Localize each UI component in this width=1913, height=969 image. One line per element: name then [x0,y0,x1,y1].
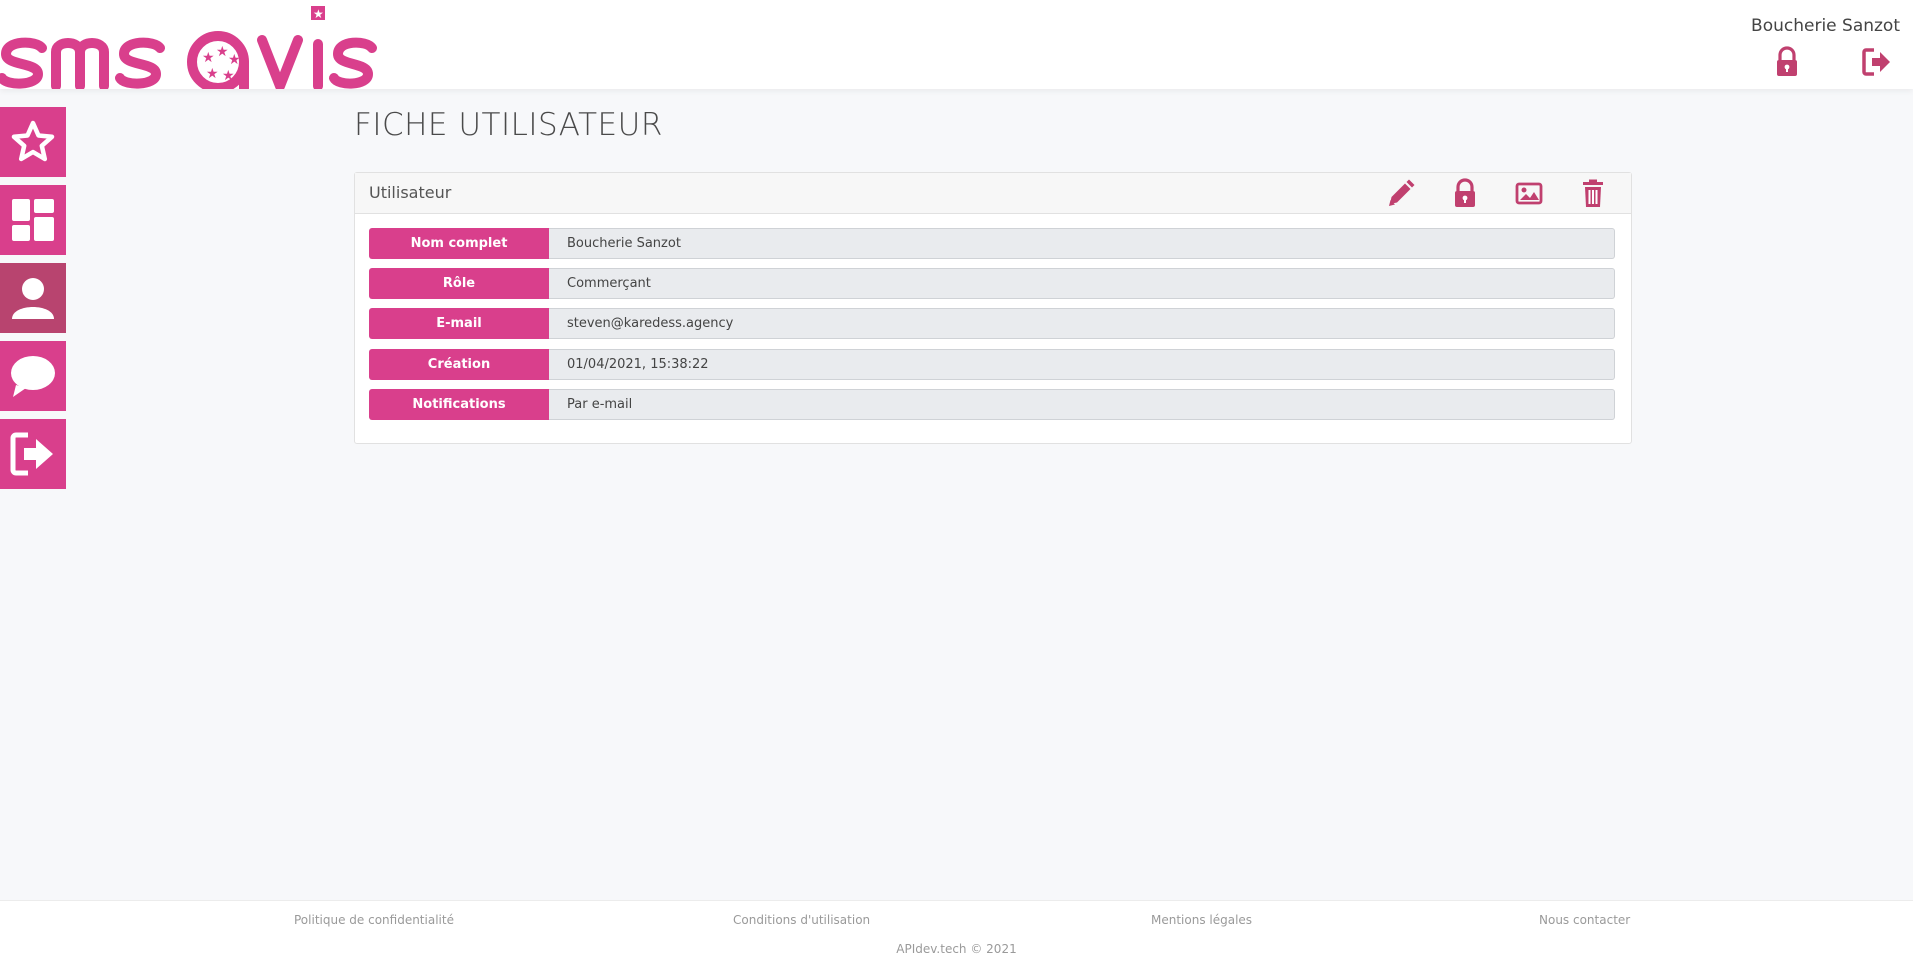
edit-icon [1389,179,1415,206]
image-icon [1515,182,1543,205]
lock-icon [1455,178,1475,207]
chat-icon [11,356,55,397]
delete-button[interactable] [1578,178,1608,208]
dashboard-icon [12,199,54,241]
current-user-name: Boucherie Sanzot [1751,16,1900,36]
smsavis-logo[interactable]: ★ ★ ★ ★ ★ ★ [0,0,380,89]
lock-icon[interactable] [1772,46,1802,78]
user-icon [12,278,54,319]
field-label: E-mail [369,308,549,339]
logout-icon [10,432,53,476]
field-row-role: Rôle Commerçant [369,268,1615,299]
edit-button[interactable] [1386,178,1416,208]
sidebar-item-dashboard[interactable] [0,185,66,255]
footer-link-terms[interactable]: Conditions d'utilisation [733,913,870,927]
trash-icon [1583,179,1603,207]
page-title: FICHE UTILISATEUR [354,107,663,143]
field-value: Par e-mail [549,389,1615,420]
change-password-button[interactable] [1450,178,1480,208]
logout-icon[interactable] [1862,46,1892,78]
card-header: Utilisateur [355,173,1631,214]
field-row-email: E-mail steven@karedess.agency [369,308,1615,339]
field-label: Création [369,349,549,380]
sidebar-item-reviews[interactable] [0,107,66,177]
sidebar-item-logout[interactable] [0,419,66,489]
svg-text:★: ★ [206,66,219,82]
footer: Politique de confidentialité Conditions … [0,900,1913,969]
top-header: ★ ★ ★ ★ ★ ★ Boucherie Sanzot [0,0,1913,89]
field-row-full-name: Nom complet Boucherie Sanzot [369,228,1615,259]
footer-link-contact[interactable]: Nous contacter [1539,913,1630,927]
user-card: Utilisateur Nom complet Boucherie Sanzot… [354,172,1632,444]
field-label: Notifications [369,389,549,420]
field-label: Rôle [369,268,549,299]
svg-text:★: ★ [313,7,324,21]
footer-link-privacy[interactable]: Politique de confidentialité [294,913,454,927]
field-value: steven@karedess.agency [549,308,1615,339]
footer-link-legal[interactable]: Mentions légales [1151,913,1252,927]
field-value: Commerçant [549,268,1615,299]
field-label: Nom complet [369,228,549,259]
svg-text:★: ★ [216,44,229,60]
field-row-creation: Création 01/04/2021, 15:38:22 [369,349,1615,380]
field-value: 01/04/2021, 15:38:22 [549,349,1615,380]
field-row-notifications: Notifications Par e-mail [369,389,1615,420]
svg-text:★: ★ [222,68,235,84]
star-icon [11,120,55,162]
copyright: APIdev.tech © 2021 [896,942,1017,956]
change-picture-button[interactable] [1514,178,1544,208]
sidebar-item-user[interactable] [0,263,66,333]
svg-text:★: ★ [202,50,215,66]
field-value: Boucherie Sanzot [549,228,1615,259]
svg-text:★: ★ [228,52,241,68]
sidebar-item-messages[interactable] [0,341,66,411]
card-title: Utilisateur [369,183,452,202]
